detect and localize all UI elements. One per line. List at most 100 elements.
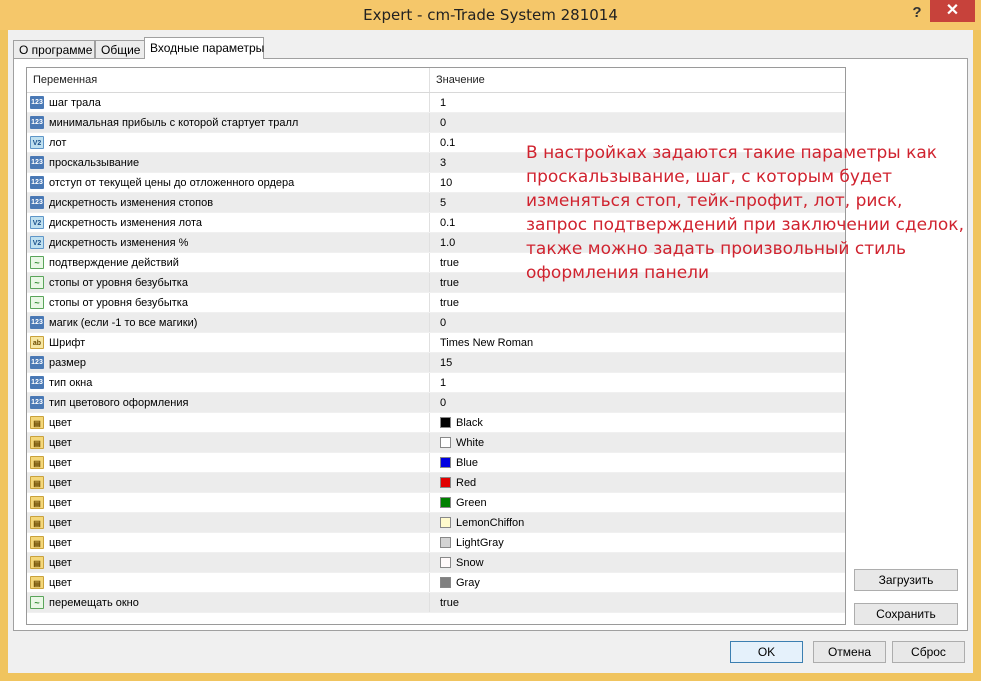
parameter-name-cell[interactable]: 123 тип цветового оформления	[27, 393, 430, 412]
parameter-value: true	[440, 296, 459, 309]
parameter-name-cell[interactable]: ▤ цвет	[27, 433, 430, 452]
parameter-name-cell[interactable]: ▤ цвет	[27, 413, 430, 432]
help-button[interactable]: ?	[906, 2, 928, 24]
parameter-name: перемещать окно	[49, 596, 139, 609]
table-row[interactable]: ▤ цвет Snow	[27, 553, 845, 573]
parameter-name-cell[interactable]: 123 проскальзывание	[27, 153, 430, 172]
parameter-value-cell[interactable]: White	[430, 433, 845, 452]
table-row[interactable]: 123 минимальная прибыль с которой стартуе…	[27, 113, 845, 133]
parameter-name-cell[interactable]: 123 минимальная прибыль с которой стартуе…	[27, 113, 430, 132]
table-row[interactable]: ▤ цвет Blue	[27, 453, 845, 473]
table-row[interactable]: ~ стопы от уровня безубытка true	[27, 293, 845, 313]
parameter-name-cell[interactable]: ▤ цвет	[27, 473, 430, 492]
color-type-icon: ▤	[30, 536, 44, 549]
close-button[interactable]: ✕	[930, 0, 975, 22]
parameter-name-cell[interactable]: ▤ цвет	[27, 513, 430, 532]
load-button[interactable]: Загрузить	[854, 569, 958, 591]
color-type-icon: ▤	[30, 456, 44, 469]
table-row[interactable]: ▤ цвет LightGray	[27, 533, 845, 553]
parameter-name: стопы от уровня безубытка	[49, 276, 188, 289]
parameter-value-cell[interactable]: 15	[430, 353, 845, 372]
column-header-variable[interactable]: Переменная	[27, 68, 430, 92]
parameter-value-cell[interactable]: 0	[430, 113, 845, 132]
tab-about[interactable]: О программе	[13, 40, 95, 58]
column-header-value[interactable]: Значение	[430, 68, 845, 92]
parameter-value-cell[interactable]: Red	[430, 473, 845, 492]
table-row[interactable]: 123 размер 15	[27, 353, 845, 373]
tab-input-parameters[interactable]: Входные параметры	[144, 37, 264, 59]
color-swatch	[440, 537, 451, 548]
parameter-name-cell[interactable]: V2 дискретность изменения лота	[27, 213, 430, 232]
parameter-value-cell[interactable]: Blue	[430, 453, 845, 472]
parameter-name-cell[interactable]: 123 шаг трала	[27, 93, 430, 112]
table-row[interactable]: 123 тип окна 1	[27, 373, 845, 393]
parameter-name-cell[interactable]: ~ подтверждение действий	[27, 253, 430, 272]
parameter-value-cell[interactable]: 0	[430, 393, 845, 412]
parameter-value-cell[interactable]: Gray	[430, 573, 845, 592]
parameter-value-cell[interactable]: Green	[430, 493, 845, 512]
parameter-name-cell[interactable]: 123 тип окна	[27, 373, 430, 392]
parameter-name-cell[interactable]: V2 лот	[27, 133, 430, 152]
cancel-button[interactable]: Отмена	[813, 641, 886, 663]
table-row[interactable]: ▤ цвет Green	[27, 493, 845, 513]
table-row[interactable]: ▤ цвет LemonChiffon	[27, 513, 845, 533]
grid-header: Переменная Значение	[27, 68, 845, 93]
parameter-name-cell[interactable]: ▤ цвет	[27, 533, 430, 552]
parameter-value-cell[interactable]: LightGray	[430, 533, 845, 552]
reset-button[interactable]: Сброс	[892, 641, 965, 663]
integer-type-icon: 123	[30, 376, 44, 389]
parameter-value: true	[440, 596, 459, 609]
table-row[interactable]: ▤ цвет Black	[27, 413, 845, 433]
parameter-name-cell[interactable]: ▤ цвет	[27, 453, 430, 472]
tab-general[interactable]: Общие	[95, 40, 145, 58]
parameter-name-cell[interactable]: ▤ цвет	[27, 493, 430, 512]
annotation-line: проскальзывание, шаг, с которым будет	[526, 167, 893, 187]
parameter-name-cell[interactable]: 123 размер	[27, 353, 430, 372]
table-row[interactable]: 123 тип цветового оформления 0	[27, 393, 845, 413]
table-row[interactable]: ▤ цвет White	[27, 433, 845, 453]
parameter-name-cell[interactable]: ▤ цвет	[27, 573, 430, 592]
parameter-value-cell[interactable]: 1	[430, 93, 845, 112]
parameter-value-cell[interactable]: 0	[430, 313, 845, 332]
parameter-value-cell[interactable]: true	[430, 293, 845, 312]
parameter-value-cell[interactable]: LemonChiffon	[430, 513, 845, 532]
parameter-name-cell[interactable]: ▤ цвет	[27, 553, 430, 572]
parameter-value: 0.1	[440, 216, 456, 229]
parameter-name-cell[interactable]: 123 отступ от текущей цены до отложенного…	[27, 173, 430, 192]
table-row[interactable]: ab Шрифт Times New Roman	[27, 333, 845, 353]
bool-type-icon: ~	[30, 256, 44, 269]
parameter-name-cell[interactable]: ab Шрифт	[27, 333, 430, 352]
parameter-name: лот	[49, 136, 67, 149]
parameter-value-cell[interactable]: Black	[430, 413, 845, 432]
save-button[interactable]: Сохранить	[854, 603, 958, 625]
ok-button[interactable]: OK	[730, 641, 803, 663]
parameter-name-cell[interactable]: 123 магик (если -1 то все магики)	[27, 313, 430, 332]
parameter-name: цвет	[49, 576, 72, 589]
parameter-value: true	[440, 276, 459, 289]
parameter-name-cell[interactable]: ~ стопы от уровня безубытка	[27, 293, 430, 312]
table-row[interactable]: ▤ цвет Red	[27, 473, 845, 493]
integer-type-icon: 123	[30, 396, 44, 409]
parameter-name-cell[interactable]: ~ стопы от уровня безубытка	[27, 273, 430, 292]
parameter-name: цвет	[49, 456, 72, 469]
parameter-value-cell[interactable]: Snow	[430, 553, 845, 572]
parameter-value: 0.1	[440, 136, 456, 149]
integer-type-icon: 123	[30, 196, 44, 209]
parameter-name-cell[interactable]: ~ перемещать окно	[27, 593, 430, 612]
parameter-name-cell[interactable]: V2 дискретность изменения %	[27, 233, 430, 252]
parameter-value-cell[interactable]: true	[430, 593, 845, 612]
table-row[interactable]: 123 магик (если -1 то все магики) 0	[27, 313, 845, 333]
table-row[interactable]: ▤ цвет Gray	[27, 573, 845, 593]
parameter-value: Black	[456, 416, 483, 429]
parameter-value: Snow	[456, 556, 484, 569]
table-row[interactable]: ~ перемещать окно true	[27, 593, 845, 613]
table-row[interactable]: 123 шаг трала 1	[27, 93, 845, 113]
parameter-name: тип цветового оформления	[49, 396, 189, 409]
parameter-name: стопы от уровня безубытка	[49, 296, 188, 309]
bool-type-icon: ~	[30, 296, 44, 309]
parameter-value-cell[interactable]: 1	[430, 373, 845, 392]
parameter-name: цвет	[49, 436, 72, 449]
parameter-value-cell[interactable]: Times New Roman	[430, 333, 845, 352]
parameter-name-cell[interactable]: 123 дискретность изменения стопов	[27, 193, 430, 212]
color-type-icon: ▤	[30, 476, 44, 489]
